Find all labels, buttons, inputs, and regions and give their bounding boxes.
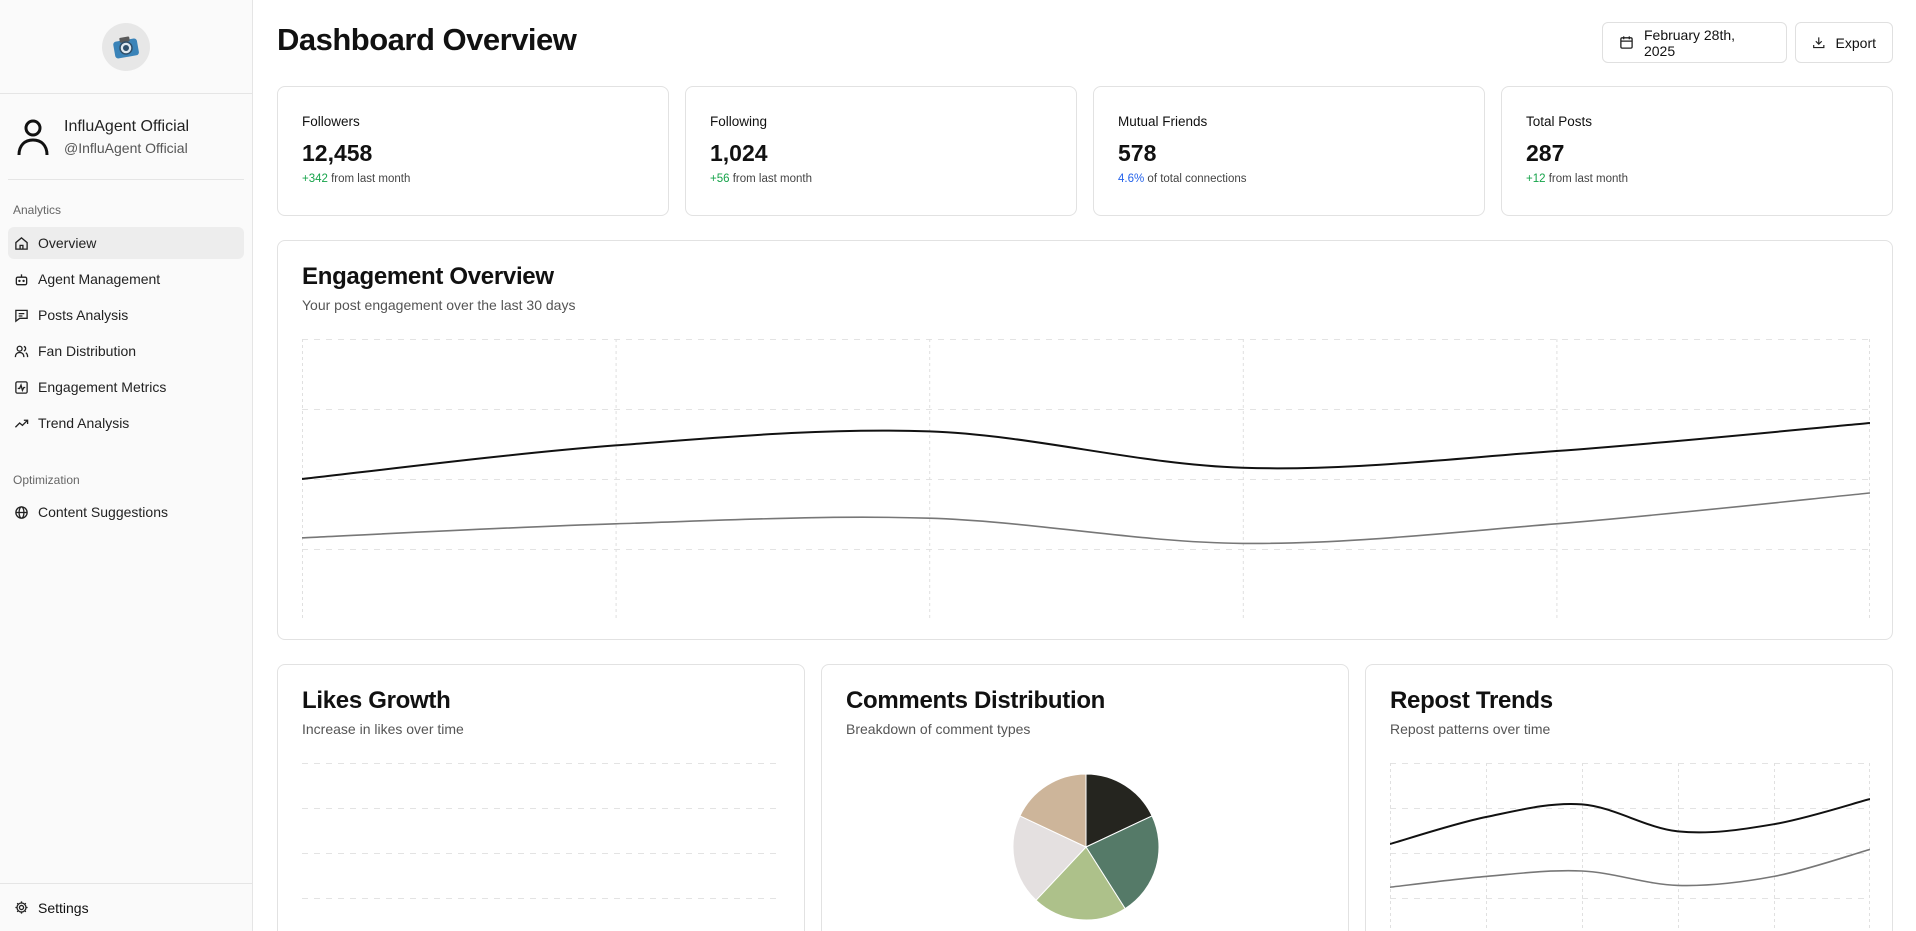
card-subtitle: Increase in likes over time bbox=[302, 721, 464, 737]
home-icon bbox=[15, 236, 28, 250]
stat-value: 12,458 bbox=[302, 140, 373, 166]
sidebar-item-label: Fan Distribution bbox=[38, 343, 137, 359]
sidebar-item-label: Engagement Metrics bbox=[38, 379, 167, 395]
sidebar-item-trend-analysis[interactable]: Trend Analysis bbox=[8, 407, 244, 439]
sidebar-item-content-suggestions[interactable]: Content Suggestions bbox=[8, 496, 244, 528]
chart-grid bbox=[302, 339, 1870, 619]
series-line-1 bbox=[302, 422, 1870, 480]
date-picker-button[interactable]: February 28th, 2025 bbox=[1602, 22, 1787, 63]
stat-label: Following bbox=[710, 114, 768, 129]
stat-delta-value: +12 bbox=[1526, 173, 1546, 185]
stat-card-mutual-friends: Mutual Friends 578 4.6% of total connect… bbox=[1093, 86, 1485, 216]
repost-trends-card: Repost Trends Repost patterns over time bbox=[1365, 664, 1893, 931]
sidebar-item-posts-analysis[interactable]: Posts Analysis bbox=[8, 299, 244, 331]
trending-up-icon bbox=[14, 419, 29, 428]
stat-card-following: Following 1,024 +56 from last month bbox=[685, 86, 1077, 216]
stat-delta-text: from last month bbox=[1548, 173, 1628, 185]
series-line-2 bbox=[302, 492, 1870, 545]
sidebar-item-label: Overview bbox=[38, 235, 97, 251]
likes-line-chart bbox=[302, 763, 782, 899]
comments-distribution-card: Comments Distribution Breakdown of comme… bbox=[821, 664, 1349, 931]
sidebar-item-label: Agent Management bbox=[38, 271, 161, 287]
export-button[interactable]: Export bbox=[1795, 22, 1893, 63]
engagement-overview-card: Engagement Overview Your post engagement… bbox=[277, 240, 1893, 640]
bot-icon bbox=[15, 273, 28, 285]
user-avatar-icon bbox=[17, 119, 49, 155]
stat-card-total-posts: Total Posts 287 +12 from last month bbox=[1501, 86, 1893, 216]
card-subtitle: Breakdown of comment types bbox=[846, 721, 1031, 737]
stat-value: 578 bbox=[1118, 140, 1157, 166]
chart-grid bbox=[1390, 763, 1870, 931]
series-line-1 bbox=[1390, 798, 1870, 845]
stat-label: Followers bbox=[302, 114, 360, 129]
card-title: Likes Growth bbox=[302, 687, 451, 714]
export-label: Export bbox=[1835, 34, 1876, 51]
comments-pie-chart bbox=[1012, 773, 1160, 921]
stat-delta: +12 from last month bbox=[1526, 173, 1868, 185]
card-title: Comments Distribution bbox=[846, 687, 1106, 714]
stat-delta: +342 from last month bbox=[302, 173, 644, 185]
sidebar-item-label: Content Suggestions bbox=[38, 504, 168, 520]
camera-logo-icon[interactable] bbox=[102, 22, 150, 71]
sidebar-item-overview[interactable]: Overview bbox=[8, 227, 244, 259]
stat-label: Total Posts bbox=[1526, 114, 1593, 129]
engagement-line-chart bbox=[302, 339, 1870, 619]
stat-delta-value: +342 bbox=[302, 173, 328, 185]
sidebar: InfluAgent Official @InfluAgent Official… bbox=[0, 0, 253, 931]
main-content: Dashboard Overview February 28th, 2025 E… bbox=[254, 0, 1916, 931]
profile-handle: @InfluAgent Official bbox=[64, 139, 188, 156]
date-label: February 28th, 2025 bbox=[1643, 26, 1736, 59]
stat-value: 1,024 bbox=[710, 140, 768, 166]
settings-label: Settings bbox=[38, 899, 89, 916]
sidebar-item-agent-management[interactable]: Agent Management bbox=[8, 263, 244, 295]
chart-grid bbox=[302, 763, 782, 899]
analytics-nav: Analytics Overview Agent Management Post… bbox=[0, 201, 252, 439]
logo-area bbox=[0, 0, 252, 94]
stat-delta-text: from last month bbox=[331, 173, 411, 185]
stat-delta: +56 from last month bbox=[710, 173, 1052, 185]
globe-icon bbox=[15, 505, 28, 519]
nav-group-title-optimization: Optimization bbox=[13, 473, 80, 487]
card-title: Repost Trends bbox=[1390, 687, 1553, 714]
sidebar-item-label: Trend Analysis bbox=[38, 415, 130, 431]
repost-line-chart bbox=[1390, 763, 1870, 931]
gear-icon bbox=[15, 901, 28, 914]
series-line-2 bbox=[1390, 848, 1870, 888]
sidebar-item-engagement-metrics[interactable]: Engagement Metrics bbox=[8, 371, 244, 403]
message-icon bbox=[15, 309, 28, 322]
calendar-icon bbox=[1620, 36, 1633, 49]
nav-group-title-analytics: Analytics bbox=[13, 203, 62, 217]
sidebar-item-label: Posts Analysis bbox=[38, 307, 129, 323]
card-title: Engagement Overview bbox=[302, 263, 554, 290]
stat-delta-value: +56 bbox=[710, 173, 730, 185]
sidebar-item-fan-distribution[interactable]: Fan Distribution bbox=[8, 335, 244, 367]
stat-card-followers: Followers 12,458 +342 from last month bbox=[277, 86, 669, 216]
stat-delta-value: 4.6% bbox=[1118, 173, 1145, 185]
profile-card[interactable]: InfluAgent Official @InfluAgent Official bbox=[8, 94, 244, 180]
stat-delta-text: from last month bbox=[732, 173, 812, 185]
page-title: Dashboard Overview bbox=[277, 22, 577, 57]
stat-delta-text: of total connections bbox=[1147, 173, 1247, 185]
likes-growth-card: Likes Growth Increase in likes over time bbox=[277, 664, 805, 931]
stat-delta: 4.6% of total connections bbox=[1118, 173, 1460, 185]
card-subtitle: Your post engagement over the last 30 da… bbox=[302, 297, 576, 313]
stat-value: 287 bbox=[1526, 140, 1565, 166]
users-icon bbox=[14, 345, 29, 357]
download-icon bbox=[1813, 37, 1825, 49]
sidebar-item-settings[interactable]: Settings bbox=[0, 883, 252, 931]
stat-label: Mutual Friends bbox=[1118, 114, 1208, 129]
optimization-nav: Optimization Content Suggestions bbox=[0, 471, 252, 528]
card-subtitle: Repost patterns over time bbox=[1390, 721, 1551, 737]
activity-icon bbox=[15, 380, 28, 394]
profile-name: InfluAgent Official bbox=[64, 117, 190, 135]
